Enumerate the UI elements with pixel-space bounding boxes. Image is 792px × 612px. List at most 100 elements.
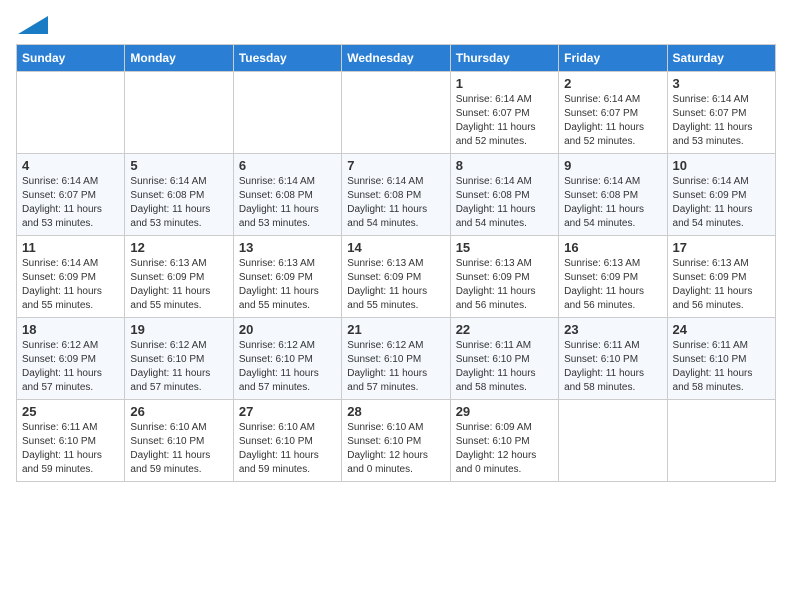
day-number: 17 — [673, 240, 770, 255]
calendar-cell: 21 Sunrise: 6:12 AM Sunset: 6:10 PM Dayli… — [342, 318, 450, 400]
logo-arrow-icon — [18, 16, 48, 34]
day-number: 6 — [239, 158, 336, 173]
day-number: 2 — [564, 76, 661, 91]
day-number: 1 — [456, 76, 553, 91]
day-number: 23 — [564, 322, 661, 337]
day-info: Sunrise: 6:14 AM Sunset: 6:07 PM Dayligh… — [564, 93, 661, 149]
day-number: 8 — [456, 158, 553, 173]
calendar-cell: 15 Sunrise: 6:13 AM Sunset: 6:09 PM Dayli… — [450, 236, 558, 318]
calendar-cell: 9 Sunrise: 6:14 AM Sunset: 6:08 PM Daylig… — [559, 154, 667, 236]
calendar-cell: 23 Sunrise: 6:11 AM Sunset: 6:10 PM Dayli… — [559, 318, 667, 400]
calendar-cell: 26 Sunrise: 6:10 AM Sunset: 6:10 PM Dayli… — [125, 400, 233, 482]
day-info: Sunrise: 6:10 AM Sunset: 6:10 PM Dayligh… — [130, 421, 227, 477]
day-info: Sunrise: 6:14 AM Sunset: 6:07 PM Dayligh… — [673, 93, 770, 149]
day-info: Sunrise: 6:11 AM Sunset: 6:10 PM Dayligh… — [22, 421, 119, 477]
day-number: 7 — [347, 158, 444, 173]
day-info: Sunrise: 6:14 AM Sunset: 6:08 PM Dayligh… — [130, 175, 227, 231]
day-info: Sunrise: 6:09 AM Sunset: 6:10 PM Dayligh… — [456, 421, 553, 477]
day-info: Sunrise: 6:12 AM Sunset: 6:10 PM Dayligh… — [130, 339, 227, 395]
day-number: 28 — [347, 404, 444, 419]
day-number: 27 — [239, 404, 336, 419]
day-number: 21 — [347, 322, 444, 337]
calendar-cell: 5 Sunrise: 6:14 AM Sunset: 6:08 PM Daylig… — [125, 154, 233, 236]
weekday-header-tuesday: Tuesday — [233, 45, 341, 72]
day-number: 5 — [130, 158, 227, 173]
day-number: 4 — [22, 158, 119, 173]
day-number: 3 — [673, 76, 770, 91]
day-info: Sunrise: 6:14 AM Sunset: 6:08 PM Dayligh… — [456, 175, 553, 231]
weekday-header-wednesday: Wednesday — [342, 45, 450, 72]
calendar-cell: 3 Sunrise: 6:14 AM Sunset: 6:07 PM Daylig… — [667, 72, 775, 154]
weekday-header-sunday: Sunday — [17, 45, 125, 72]
day-number: 11 — [22, 240, 119, 255]
calendar-cell: 24 Sunrise: 6:11 AM Sunset: 6:10 PM Dayli… — [667, 318, 775, 400]
calendar-cell: 16 Sunrise: 6:13 AM Sunset: 6:09 PM Dayli… — [559, 236, 667, 318]
day-info: Sunrise: 6:12 AM Sunset: 6:10 PM Dayligh… — [347, 339, 444, 395]
day-info: Sunrise: 6:13 AM Sunset: 6:09 PM Dayligh… — [456, 257, 553, 313]
day-number: 15 — [456, 240, 553, 255]
day-number: 26 — [130, 404, 227, 419]
calendar-week-5: 25 Sunrise: 6:11 AM Sunset: 6:10 PM Dayli… — [17, 400, 776, 482]
day-number: 13 — [239, 240, 336, 255]
day-number: 14 — [347, 240, 444, 255]
day-number: 19 — [130, 322, 227, 337]
calendar-body: 1 Sunrise: 6:14 AM Sunset: 6:07 PM Daylig… — [17, 72, 776, 482]
day-number: 22 — [456, 322, 553, 337]
calendar-cell — [667, 400, 775, 482]
calendar-cell: 1Sunrise: 6:14 AM Sunset: 6:07 PM Daylig… — [450, 72, 558, 154]
logo — [16, 16, 48, 34]
day-info: Sunrise: 6:11 AM Sunset: 6:10 PM Dayligh… — [564, 339, 661, 395]
calendar-cell — [233, 72, 341, 154]
calendar-cell: 25 Sunrise: 6:11 AM Sunset: 6:10 PM Dayli… — [17, 400, 125, 482]
day-info: Sunrise: 6:13 AM Sunset: 6:09 PM Dayligh… — [564, 257, 661, 313]
weekday-header-friday: Friday — [559, 45, 667, 72]
day-number: 20 — [239, 322, 336, 337]
day-number: 16 — [564, 240, 661, 255]
day-info: Sunrise: 6:13 AM Sunset: 6:09 PM Dayligh… — [673, 257, 770, 313]
calendar-cell: 8 Sunrise: 6:14 AM Sunset: 6:08 PM Daylig… — [450, 154, 558, 236]
weekday-header-thursday: Thursday — [450, 45, 558, 72]
calendar-cell: 13Sunrise: 6:13 AM Sunset: 6:09 PM Dayli… — [233, 236, 341, 318]
weekday-header-monday: Monday — [125, 45, 233, 72]
day-number: 29 — [456, 404, 553, 419]
day-info: Sunrise: 6:11 AM Sunset: 6:10 PM Dayligh… — [673, 339, 770, 395]
day-number: 24 — [673, 322, 770, 337]
calendar-cell: 14 Sunrise: 6:13 AM Sunset: 6:09 PM Dayli… — [342, 236, 450, 318]
day-info: Sunrise: 6:14 AM Sunset: 6:09 PM Dayligh… — [673, 175, 770, 231]
day-info: Sunrise: 6:12 AM Sunset: 6:09 PM Dayligh… — [22, 339, 119, 395]
calendar-cell: 4 Sunrise: 6:14 AM Sunset: 6:07 PM Daylig… — [17, 154, 125, 236]
day-info: Sunrise: 6:12 AM Sunset: 6:10 PM Dayligh… — [239, 339, 336, 395]
day-info: Sunrise: 6:14 AM Sunset: 6:08 PM Dayligh… — [347, 175, 444, 231]
day-number: 25 — [22, 404, 119, 419]
day-info: Sunrise: 6:14 AM Sunset: 6:08 PM Dayligh… — [239, 175, 336, 231]
calendar-week-4: 18 Sunrise: 6:12 AM Sunset: 6:09 PM Dayli… — [17, 318, 776, 400]
calendar-cell — [17, 72, 125, 154]
calendar-cell: 2 Sunrise: 6:14 AM Sunset: 6:07 PM Daylig… — [559, 72, 667, 154]
calendar-cell: 17 Sunrise: 6:13 AM Sunset: 6:09 PM Dayli… — [667, 236, 775, 318]
calendar-table: SundayMondayTuesdayWednesdayThursdayFrid… — [16, 44, 776, 482]
calendar-cell: 20 Sunrise: 6:12 AM Sunset: 6:10 PM Dayli… — [233, 318, 341, 400]
weekday-header-saturday: Saturday — [667, 45, 775, 72]
calendar-week-1: 1 Sunrise: 6:14 AM Sunset: 6:07 PM Daylig… — [17, 72, 776, 154]
day-number: 18 — [22, 322, 119, 337]
day-info: Sunrise: 6:14 AM Sunset: 6:09 PM Dayligh… — [22, 257, 119, 313]
day-info: Sunrise: 6:13 AM Sunset: 6:09 PM Dayligh… — [347, 257, 444, 313]
calendar-cell: 27 Sunrise: 6:10 AM Sunset: 6:10 PM Dayli… — [233, 400, 341, 482]
calendar-cell: 29 Sunrise: 6:09 AM Sunset: 6:10 PM Dayli… — [450, 400, 558, 482]
weekday-row: SundayMondayTuesdayWednesdayThursdayFrid… — [17, 45, 776, 72]
day-number: 10 — [673, 158, 770, 173]
calendar-week-2: 4 Sunrise: 6:14 AM Sunset: 6:07 PM Daylig… — [17, 154, 776, 236]
day-info: Sunrise: 6:10 AM Sunset: 6:10 PM Dayligh… — [239, 421, 336, 477]
day-info: Sunrise: 6:13 AM Sunset: 6:09 PM Dayligh… — [130, 257, 227, 313]
day-info: Sunrise: 6:14 AM Sunset: 6:08 PM Dayligh… — [564, 175, 661, 231]
day-info: Sunrise: 6:10 AM Sunset: 6:10 PM Dayligh… — [347, 421, 444, 477]
calendar-cell: 7 Sunrise: 6:14 AM Sunset: 6:08 PM Daylig… — [342, 154, 450, 236]
calendar-cell: 6 Sunrise: 6:14 AM Sunset: 6:08 PM Daylig… — [233, 154, 341, 236]
day-number: 9 — [564, 158, 661, 173]
day-number: 12 — [130, 240, 227, 255]
calendar-cell: 18 Sunrise: 6:12 AM Sunset: 6:09 PM Dayli… — [17, 318, 125, 400]
day-info: Sunrise: 6:14 AM Sunset: 6:07 PM Dayligh… — [22, 175, 119, 231]
calendar-cell — [125, 72, 233, 154]
calendar-cell: 12 Sunrise: 6:13 AM Sunset: 6:09 PM Dayli… — [125, 236, 233, 318]
calendar-cell: 22Sunrise: 6:11 AM Sunset: 6:10 PM Dayli… — [450, 318, 558, 400]
